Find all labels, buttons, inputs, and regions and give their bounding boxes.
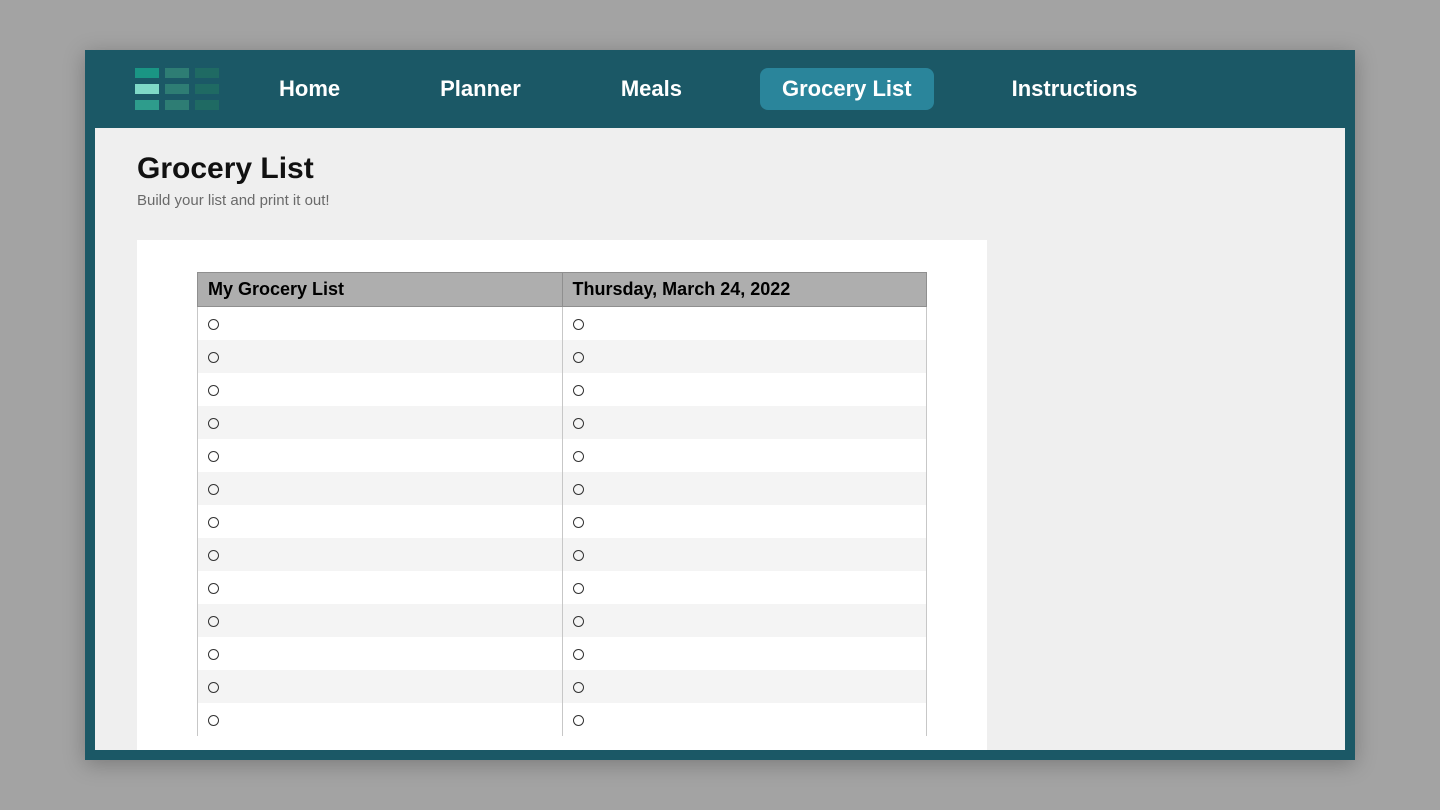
nav-planner[interactable]: Planner [440, 76, 521, 102]
circle-icon [573, 583, 584, 594]
circle-icon [208, 385, 219, 396]
circle-icon [573, 616, 584, 627]
circle-icon [208, 682, 219, 693]
grocery-table: My Grocery List Thursday, March 24, 2022 [197, 272, 927, 736]
circle-icon [208, 451, 219, 462]
circle-icon [208, 550, 219, 561]
grocery-table-header-right: Thursday, March 24, 2022 [562, 273, 927, 307]
table-row [198, 637, 927, 670]
grocery-cell[interactable] [562, 472, 927, 505]
grocery-table-header-left: My Grocery List [198, 273, 563, 307]
content-area: Grocery List Build your list and print i… [95, 128, 1345, 750]
nav-grocery-list[interactable]: Grocery List [760, 68, 934, 110]
circle-icon [208, 352, 219, 363]
table-row [198, 472, 927, 505]
grocery-cell[interactable] [198, 637, 563, 670]
table-row [198, 670, 927, 703]
circle-icon [573, 484, 584, 495]
grocery-cell[interactable] [562, 373, 927, 406]
grocery-cell[interactable] [562, 340, 927, 373]
circle-icon [573, 550, 584, 561]
grocery-cell[interactable] [198, 505, 563, 538]
table-row [198, 406, 927, 439]
grocery-cell[interactable] [198, 373, 563, 406]
table-row [198, 604, 927, 637]
nav-instructions[interactable]: Instructions [1012, 76, 1138, 102]
circle-icon [208, 517, 219, 528]
page-subtitle: Build your list and print it out! [137, 192, 1345, 209]
grocery-cell[interactable] [562, 571, 927, 604]
grocery-cell[interactable] [562, 439, 927, 472]
circle-icon [573, 319, 584, 330]
circle-icon [573, 451, 584, 462]
table-row [198, 307, 927, 341]
header-bar: Home Planner Meals Grocery List Instruct… [85, 50, 1355, 128]
main-nav: Home Planner Meals Grocery List Instruct… [279, 76, 1138, 102]
circle-icon [208, 319, 219, 330]
circle-icon [208, 616, 219, 627]
grocery-cell[interactable] [562, 406, 927, 439]
circle-icon [573, 385, 584, 396]
table-row [198, 373, 927, 406]
circle-icon [208, 583, 219, 594]
grocery-cell[interactable] [562, 538, 927, 571]
grocery-cell[interactable] [198, 670, 563, 703]
table-row [198, 340, 927, 373]
table-row [198, 538, 927, 571]
grocery-cell[interactable] [198, 307, 563, 341]
circle-icon [208, 418, 219, 429]
page-title: Grocery List [137, 152, 1345, 186]
circle-icon [208, 649, 219, 660]
grocery-cell[interactable] [198, 439, 563, 472]
grocery-cell[interactable] [562, 604, 927, 637]
grocery-cell[interactable] [198, 472, 563, 505]
nav-meals[interactable]: Meals [621, 76, 682, 102]
circle-icon [573, 649, 584, 660]
grocery-cell[interactable] [198, 406, 563, 439]
circle-icon [573, 352, 584, 363]
grocery-cell[interactable] [198, 571, 563, 604]
table-row [198, 703, 927, 736]
grocery-cell[interactable] [562, 307, 927, 341]
grocery-cell[interactable] [198, 604, 563, 637]
grocery-cell[interactable] [562, 637, 927, 670]
circle-icon [208, 715, 219, 726]
grocery-cell[interactable] [198, 538, 563, 571]
grocery-cell[interactable] [198, 340, 563, 373]
circle-icon [573, 682, 584, 693]
circle-icon [573, 715, 584, 726]
nav-home[interactable]: Home [279, 76, 340, 102]
table-row [198, 439, 927, 472]
grocery-cell[interactable] [562, 505, 927, 538]
circle-icon [573, 517, 584, 528]
circle-icon [573, 418, 584, 429]
app-logo-icon [135, 68, 219, 110]
grocery-sheet: My Grocery List Thursday, March 24, 2022 [137, 240, 987, 750]
table-row [198, 505, 927, 538]
grocery-cell[interactable] [562, 670, 927, 703]
grocery-cell[interactable] [562, 703, 927, 736]
circle-icon [208, 484, 219, 495]
grocery-cell[interactable] [198, 703, 563, 736]
table-row [198, 571, 927, 604]
app-frame: Home Planner Meals Grocery List Instruct… [85, 50, 1355, 760]
